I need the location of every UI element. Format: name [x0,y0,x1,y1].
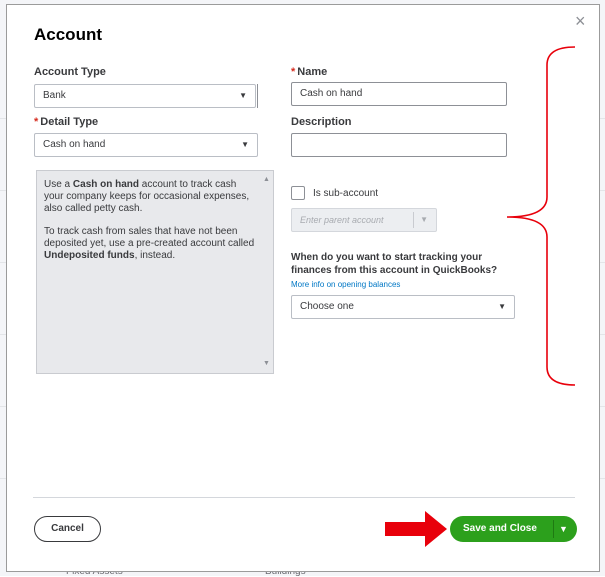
select-divider [413,212,414,228]
name-label: * Name [291,66,327,78]
help-text-bold: Cash on hand [72,179,140,190]
chevron-down-icon: ▼ [239,91,247,100]
name-label-text: Name [297,66,328,78]
parent-account-placeholder: Enter parent account [300,215,384,225]
help-paragraph-1: Use a Cash on hand account to track cash… [44,179,256,215]
help-text-segment: , instead. [134,250,176,261]
help-text: Use a Cash on hand account to track cash… [44,179,256,273]
required-mark: * [291,66,296,78]
description-label: Description [291,116,352,128]
annotation-brace [506,46,576,386]
chevron-down-icon: ▼ [420,215,428,224]
parent-account-select[interactable]: Enter parent account ▼ [291,208,437,232]
scroll-down-icon[interactable]: ▼ [263,358,270,370]
close-icon[interactable]: × [575,12,586,30]
help-paragraph-2: To track cash from sales that have not b… [44,226,256,262]
detail-type-help-box: Use a Cash on hand account to track cash… [36,170,274,374]
save-and-close-label: Save and Close [463,523,537,534]
opening-balances-link[interactable]: More info on opening balances [291,280,400,289]
detail-type-value: Cash on hand [43,139,106,150]
select-divider [257,84,258,108]
description-input[interactable] [291,133,507,157]
annotation-arrow-icon [385,511,447,547]
account-type-value: Bank [43,90,66,101]
sub-account-label: Is sub-account [313,188,379,199]
detail-type-label: * Detail Type [34,116,98,128]
chevron-down-icon: ▼ [241,140,249,149]
detail-type-label-text: Detail Type [40,116,99,128]
tracking-start-value: Choose one [300,301,354,312]
name-input[interactable]: Cash on hand [291,82,507,106]
scroll-up-icon[interactable]: ▲ [263,174,270,186]
help-text-segment: To track cash from sales that have not b… [44,226,255,249]
help-text-segment: Use a [44,179,73,190]
footer-divider [33,497,575,498]
tracking-start-select[interactable]: Choose one ▼ [291,295,515,319]
account-type-select[interactable]: Bank ▼ [34,84,258,108]
detail-type-select[interactable]: Cash on hand ▼ [34,133,258,157]
required-mark: * [34,116,39,128]
save-and-close-button[interactable]: Save and Close ▼ [450,516,577,542]
help-scrollbar[interactable]: ▲ ▼ [260,171,273,373]
dialog-title: Account [34,25,102,44]
cancel-button[interactable]: Cancel [34,516,101,542]
chevron-down-icon[interactable]: ▼ [559,516,568,542]
sub-account-checkbox[interactable] [291,186,305,200]
tracking-question: When do you want to start tracking your … [291,252,498,276]
account-type-label: Account Type [34,66,106,78]
account-dialog: Account × Account Type Bank ▼ * Name Cash… [6,4,600,572]
help-text-bold: Undeposited funds [44,250,135,261]
button-split-divider [553,520,554,538]
